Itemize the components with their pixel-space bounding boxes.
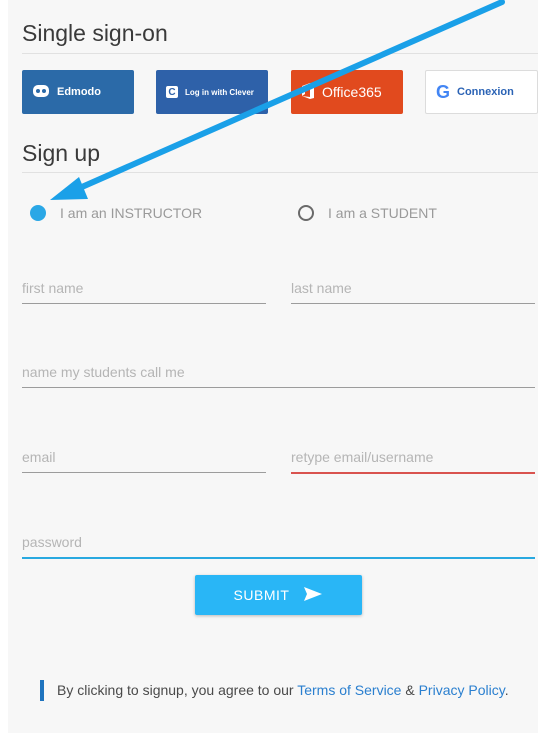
sso-divider xyxy=(22,53,538,54)
signup-divider xyxy=(22,172,538,173)
google-label: Connexion xyxy=(457,86,514,98)
password-input[interactable] xyxy=(22,527,535,557)
send-icon xyxy=(303,586,323,605)
first-name-field xyxy=(22,273,266,305)
instructor-label: I am an INSTRUCTOR xyxy=(60,205,203,221)
password-focus-underline xyxy=(22,557,535,559)
display-name-input[interactable] xyxy=(22,357,535,387)
clever-button[interactable]: C Log in with Clever xyxy=(156,70,268,114)
retype-email-field xyxy=(291,442,535,474)
display-name-underline xyxy=(22,387,535,388)
email-input[interactable] xyxy=(22,442,266,472)
terms-of-service-link[interactable]: Terms of Service xyxy=(297,682,401,698)
legal-prefix: By clicking to signup, you agree to our xyxy=(57,682,298,698)
last-name-field xyxy=(291,273,535,305)
display-name-field xyxy=(22,357,535,389)
signup-title: Sign up xyxy=(22,140,101,166)
role-option-instructor[interactable]: I am an INSTRUCTOR xyxy=(30,205,202,221)
password-field xyxy=(22,527,535,559)
edmodo-icon xyxy=(32,84,50,101)
sso-title: Single sign-on xyxy=(22,20,168,46)
submit-label: SUBMIT xyxy=(233,587,290,603)
radio-unchecked-icon[interactable] xyxy=(298,205,314,221)
clever-icon: C xyxy=(166,86,178,98)
office-icon xyxy=(301,82,315,102)
email-underline xyxy=(22,472,266,473)
edmodo-label: Edmodo xyxy=(57,86,101,98)
clever-label: Log in with Clever xyxy=(185,87,254,97)
student-label: I am a STUDENT xyxy=(328,205,437,221)
google-icon: G xyxy=(436,81,451,102)
role-option-student[interactable]: I am a STUDENT xyxy=(298,205,437,221)
last-name-underline xyxy=(291,303,535,304)
edmodo-button[interactable]: Edmodo xyxy=(22,70,134,114)
email-field xyxy=(22,442,266,474)
submit-button[interactable]: SUBMIT xyxy=(195,575,362,615)
first-name-input[interactable] xyxy=(22,273,266,303)
legal-amp: & xyxy=(401,682,419,698)
privacy-policy-link[interactable]: Privacy Policy xyxy=(419,682,505,698)
first-name-underline xyxy=(22,303,266,304)
last-name-input[interactable] xyxy=(291,273,535,303)
google-connexion-button[interactable]: G Connexion xyxy=(425,70,538,114)
office-label: Office365 xyxy=(322,84,382,100)
radio-checked-icon[interactable] xyxy=(30,205,46,221)
legal-notice: By clicking to signup, you agree to our … xyxy=(40,680,537,701)
legal-suffix: . xyxy=(504,682,509,698)
office365-button[interactable]: Office365 xyxy=(291,70,403,114)
retype-email-error-underline xyxy=(291,472,535,474)
retype-email-input[interactable] xyxy=(291,442,535,472)
